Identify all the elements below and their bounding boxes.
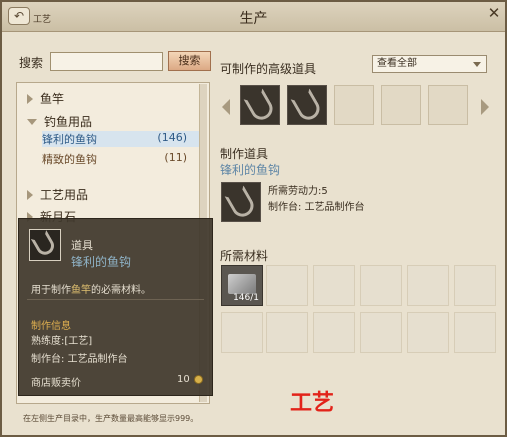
tooltip-description: 用于制作鱼竿的必需材料。 bbox=[31, 285, 151, 296]
expand-arrow-icon bbox=[27, 190, 33, 200]
tooltip-skill: 熟练度:[工艺] bbox=[31, 336, 93, 347]
list-item-fine-hook[interactable]: 精致的鱼钩 (11) bbox=[42, 151, 199, 167]
scroll-left-icon[interactable] bbox=[222, 99, 230, 115]
empty-material-slot bbox=[266, 312, 308, 353]
search-label: 搜索 bbox=[19, 56, 44, 70]
hook-icon[interactable] bbox=[221, 182, 261, 222]
empty-material-slot bbox=[313, 312, 355, 353]
empty-material-slot bbox=[407, 312, 449, 353]
tooltip-craft-info: 制作信息 bbox=[31, 321, 71, 332]
empty-material-slot bbox=[221, 312, 263, 353]
expand-arrow-icon bbox=[27, 94, 33, 104]
tooltip-item-name: 锋利的鱼钩 bbox=[71, 255, 132, 269]
advanced-item-slot[interactable] bbox=[240, 85, 280, 125]
search-button[interactable]: 搜索 bbox=[168, 51, 211, 71]
footer-hint: 在左侧生产目录中，生产数量最高能够显示999。 bbox=[23, 414, 199, 423]
empty-material-slot bbox=[360, 312, 402, 353]
empty-material-slot bbox=[454, 265, 496, 306]
divider bbox=[27, 299, 204, 300]
empty-material-slot bbox=[313, 265, 355, 306]
filter-dropdown[interactable]: 查看全部 bbox=[372, 55, 487, 73]
coin-icon bbox=[194, 375, 203, 384]
empty-material-slot bbox=[454, 312, 496, 353]
empty-slot bbox=[381, 85, 421, 125]
window-title: 生产 bbox=[239, 11, 268, 27]
search-input[interactable] bbox=[50, 52, 163, 71]
tooltip-station: 制作台: 工艺品制作台 bbox=[31, 354, 128, 365]
empty-material-slot bbox=[266, 265, 308, 306]
materials-title: 所需材料 bbox=[220, 249, 269, 263]
tooltip-shop-price-label: 商店贩卖价 bbox=[31, 378, 81, 389]
empty-material-slot bbox=[407, 265, 449, 306]
scroll-right-icon[interactable] bbox=[481, 99, 489, 115]
material-slot[interactable]: 146/1 bbox=[221, 265, 263, 306]
make-item-name: 锋利的鱼钩 bbox=[220, 163, 281, 177]
production-window: ↶ 工艺 生产 ✕ 搜索 搜索 鱼竿 钓鱼用品 锋利的鱼钩 (146) 精致的鱼钩… bbox=[0, 0, 507, 437]
list-item-sharp-hook[interactable]: 锋利的鱼钩 (146) bbox=[42, 131, 199, 147]
item-tooltip: 道具 锋利的鱼钩 用于制作鱼竿的必需材料。 制作信息 熟练度:[工艺] 制作台:… bbox=[18, 218, 213, 396]
empty-slot bbox=[428, 85, 468, 125]
category-craft-supplies[interactable]: 工艺用品 bbox=[27, 186, 88, 203]
close-icon[interactable]: ✕ bbox=[486, 5, 502, 21]
hook-icon bbox=[243, 88, 277, 124]
make-item-title: 制作道具 bbox=[220, 147, 269, 161]
hook-icon bbox=[290, 88, 324, 124]
title-bar: ↶ 工艺 生产 ✕ bbox=[2, 2, 505, 32]
labor-requirement: 所需劳动力:5 bbox=[268, 186, 328, 197]
empty-slot bbox=[334, 85, 374, 125]
overlay-label: 工艺 bbox=[290, 391, 335, 416]
ingot-icon bbox=[228, 274, 256, 294]
collapse-arrow-icon bbox=[27, 119, 37, 125]
category-fishing-rod[interactable]: 鱼竿 bbox=[27, 90, 64, 107]
advanced-item-slot[interactable] bbox=[287, 85, 327, 125]
material-count: 146/1 bbox=[233, 293, 259, 303]
crafting-station: 制作台: 工艺品制作台 bbox=[268, 202, 365, 213]
hook-icon bbox=[29, 229, 61, 261]
empty-material-slot bbox=[360, 265, 402, 306]
advanced-items-title: 可制作的高级道具 bbox=[220, 62, 317, 76]
tooltip-type: 道具 bbox=[71, 239, 93, 252]
tooltip-shop-price: 10 bbox=[177, 374, 190, 385]
category-fishing-supplies[interactable]: 钓鱼用品 bbox=[27, 113, 92, 130]
chevron-down-icon bbox=[473, 62, 481, 67]
